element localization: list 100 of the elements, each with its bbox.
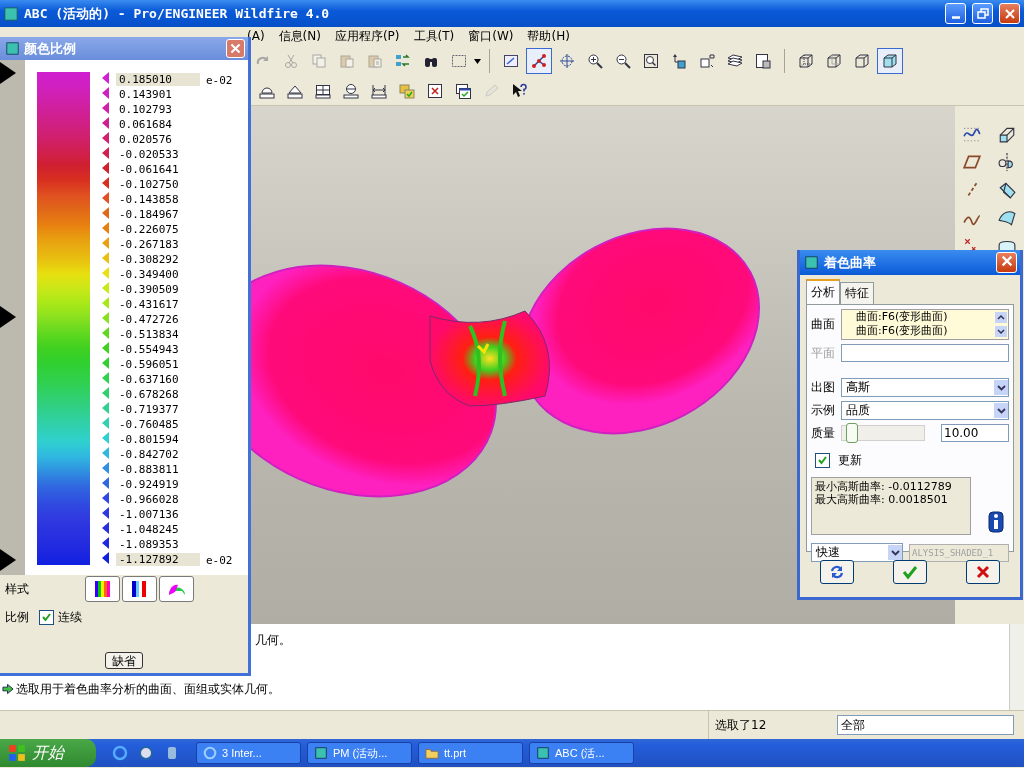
scale-value: -0.924919 (118, 478, 180, 491)
grid-table-icon (315, 83, 331, 99)
plane-field[interactable] (841, 344, 1009, 362)
exponent-label: e-02 (205, 73, 233, 87)
list-item[interactable]: 曲面:F6(变形曲面) (856, 324, 994, 338)
scale-value: -0.842702 (118, 448, 180, 461)
cancel-button[interactable] (966, 560, 1001, 584)
zoom-in-icon (587, 53, 603, 69)
ok-button[interactable] (893, 560, 927, 584)
scrollbar[interactable] (1009, 624, 1024, 710)
output-dropdown[interactable]: 高斯 (841, 378, 1009, 397)
spectrum-icon (92, 579, 113, 599)
restore-button[interactable] (972, 3, 993, 24)
value-field[interactable]: -1.127892 (116, 553, 200, 566)
up-arrow-icon (995, 311, 1007, 323)
field-label: 曲面 (811, 316, 836, 333)
layers-icon (727, 53, 743, 69)
scale-value: -1.007136 (118, 508, 180, 521)
pencil-icon (483, 83, 499, 99)
browser-icon (203, 746, 217, 760)
taskbar-button[interactable]: PM (活动... (307, 742, 412, 764)
scale-value: -0.554943 (118, 343, 180, 356)
close-button[interactable] (999, 3, 1020, 24)
display-dropdown[interactable]: 品质 (841, 401, 1009, 420)
zoom-out-icon (615, 53, 631, 69)
close-button[interactable] (996, 252, 1017, 273)
scale-value: -0.966028 (118, 493, 180, 506)
tab[interactable]: 特征 (840, 282, 874, 304)
refit-icon (643, 53, 659, 69)
dimension-icon (371, 83, 387, 99)
datum-axis-icon (531, 53, 547, 69)
field-label: 出图 (811, 379, 836, 396)
list-item[interactable]: 曲面:F6(变形曲面) (856, 310, 994, 324)
menu-item[interactable]: 窗口(W) (468, 27, 514, 45)
taskbar-button[interactable]: 3 Inter... (196, 742, 301, 764)
scale-value: -0.513834 (118, 328, 180, 341)
caret-icon (474, 59, 481, 65)
scale-value: -0.883811 (118, 463, 180, 476)
taskbar-button[interactable]: ABC (活... (529, 742, 634, 764)
scale-value: -0.349400 (118, 268, 180, 281)
angle-ruler-icon (287, 83, 303, 99)
menu-item[interactable]: 帮助(H) (527, 27, 570, 45)
filter-dropdown[interactable]: 全部 (837, 715, 1014, 735)
color-style-button[interactable] (159, 576, 194, 602)
result-text: 最大高斯曲率: 0.0018501 (815, 493, 949, 506)
mode-dropdown[interactable]: 快速 (811, 543, 903, 562)
minimize-icon (951, 16, 960, 19)
window-title: ABC (活动的) - Pro/ENGINEER Wildfire 4.0 (24, 4, 331, 23)
arrow-icon (2, 683, 14, 695)
scale-value: 0.020576 (118, 133, 173, 146)
scale-value: -0.637160 (118, 373, 180, 386)
color-style-button[interactable] (85, 576, 120, 602)
close-icon (975, 564, 992, 580)
scale-value: -0.102750 (118, 178, 180, 191)
scale-value: -0.226075 (118, 223, 180, 236)
field-label: 平面 (811, 344, 836, 362)
paste-icon (367, 53, 383, 69)
default-button[interactable]: 缺省 (105, 652, 143, 669)
scale-label: 比例 (5, 608, 30, 626)
result-text: 最小高斯曲率: -0.0112789 (815, 480, 953, 493)
datum-plane-icon (963, 153, 982, 171)
scale-value: -0.061641 (118, 163, 180, 176)
message-text: 几何。 (255, 631, 291, 649)
scale-value: -1.048245 (118, 523, 180, 536)
scale-value: -0.678268 (118, 388, 180, 401)
scale-value: -0.760485 (118, 418, 180, 431)
revolve-icon (997, 153, 1016, 171)
scale-value: -0.596051 (118, 358, 180, 371)
quality-field[interactable]: 10.00 (941, 424, 1009, 442)
scale-value: -0.390509 (118, 283, 180, 296)
range-handle-icon (0, 549, 16, 571)
field-label: 示例 (811, 402, 836, 419)
value-field[interactable]: 0.185010 (116, 73, 200, 86)
taskbar-button[interactable]: tt.prt (418, 742, 523, 764)
checkbox-label: 更新 (838, 452, 862, 469)
whats-this-icon (511, 83, 527, 99)
paste-icon (339, 53, 355, 69)
close-button[interactable] (226, 39, 245, 58)
checkbox[interactable] (39, 609, 54, 625)
checkbox-label: 连续 (58, 608, 82, 626)
menu-item[interactable]: 信息(N) (278, 27, 321, 45)
minimize-button[interactable] (945, 3, 966, 24)
selection-box-icon (451, 53, 467, 69)
app-icon (805, 256, 818, 269)
scale-value: -0.719377 (118, 403, 180, 416)
tab[interactable]: 分析 (806, 279, 840, 304)
menu-item[interactable]: 应用程序(P) (334, 27, 400, 45)
repeat-button[interactable] (819, 560, 854, 584)
wireframe-icon (798, 53, 814, 69)
scale-value: -0.431617 (118, 298, 180, 311)
start-button[interactable]: 开始 (0, 739, 96, 767)
menu-item[interactable]: 工具(T) (413, 27, 455, 45)
scale-value: -0.020533 (118, 148, 180, 161)
checkbox[interactable] (815, 453, 830, 468)
scale-value: -0.472726 (118, 313, 180, 326)
surface-list[interactable]: 曲面:F6(变形曲面) 曲面:F6(变形曲面) (841, 309, 1009, 340)
color-style-button[interactable] (122, 576, 157, 602)
selection-count: 选取了12 (715, 716, 767, 734)
slider-thumb[interactable] (845, 423, 858, 443)
repaint-icon (503, 53, 519, 69)
